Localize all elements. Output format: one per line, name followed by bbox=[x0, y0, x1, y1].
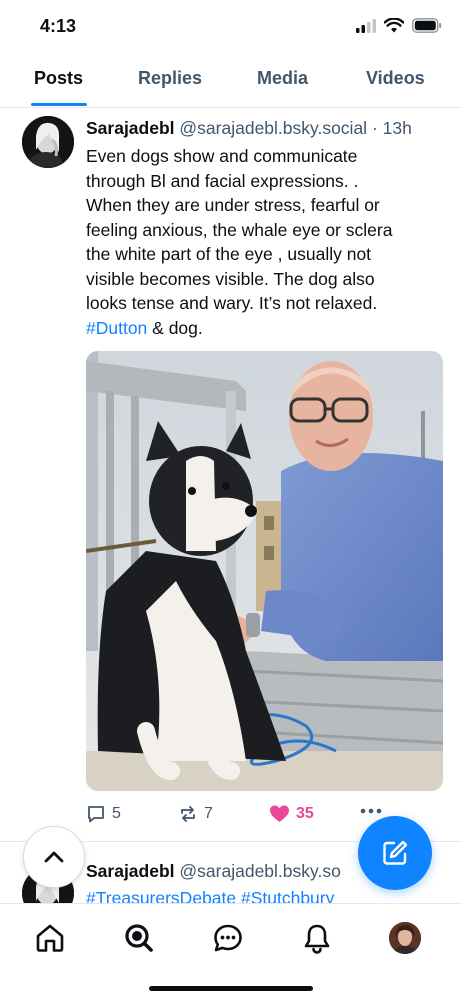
repost-arrows-icon bbox=[181, 806, 195, 822]
author-name[interactable]: Sarajadebl bbox=[86, 118, 175, 138]
scroll-to-top-button[interactable] bbox=[23, 826, 85, 888]
cellular-signal-icon bbox=[356, 18, 376, 33]
like-count: 35 bbox=[296, 805, 314, 822]
post-separator: · bbox=[371, 118, 378, 138]
home-icon bbox=[36, 924, 64, 952]
compose-button[interactable] bbox=[358, 816, 432, 890]
author-avatar[interactable] bbox=[22, 116, 74, 168]
speech-bubble-icon bbox=[88, 806, 104, 823]
post-text-line: looks tense and wary. It’s not relaxed. bbox=[86, 293, 378, 313]
nav-home[interactable] bbox=[32, 920, 68, 956]
nav-notifications[interactable] bbox=[299, 920, 335, 956]
chat-icon bbox=[214, 924, 242, 952]
like-button[interactable]: 35 bbox=[269, 804, 314, 824]
post-text-tail: & dog. bbox=[147, 317, 203, 338]
profile-tabs: Posts Replies Media Videos bbox=[0, 56, 462, 108]
hashtag-link[interactable]: #Dutton bbox=[86, 318, 147, 338]
status-time: 4:13 bbox=[40, 16, 77, 36]
compose-icon bbox=[383, 840, 408, 865]
post-text-line: visible becomes visible. The dog also bbox=[86, 268, 375, 289]
post-text: Even dogs show and communicate through B… bbox=[86, 144, 436, 340]
author-handle[interactable]: @sarajadebl.bsky.so bbox=[179, 861, 340, 881]
tab-videos[interactable]: Videos bbox=[366, 68, 425, 89]
tab-media[interactable]: Media bbox=[257, 68, 308, 89]
heart-icon bbox=[270, 805, 289, 822]
post-text-line: through Bl and facial expressions. . bbox=[86, 170, 359, 191]
post-text-line: the white part of the eye , usually not bbox=[86, 244, 372, 264]
post-text-line: feeling anxious, the whale eye or sclera bbox=[86, 219, 393, 240]
status-icons bbox=[356, 18, 442, 33]
author-handle[interactable]: @sarajadebl.bsky.social bbox=[179, 118, 367, 138]
reply-button[interactable]: 5 bbox=[86, 804, 121, 824]
ellipsis-icon bbox=[360, 808, 382, 814]
search-icon bbox=[125, 924, 153, 952]
nav-chat[interactable] bbox=[210, 920, 246, 956]
post-image[interactable] bbox=[86, 351, 443, 791]
post-timestamp[interactable]: 13h bbox=[383, 118, 412, 138]
more-options-button[interactable] bbox=[360, 808, 382, 814]
bottom-navigation bbox=[0, 903, 462, 1000]
repost-button[interactable]: 7 bbox=[178, 804, 213, 824]
post-text-line: #Dutton & dog. bbox=[86, 316, 436, 341]
repost-count: 7 bbox=[204, 805, 213, 822]
tab-posts[interactable]: Posts bbox=[34, 68, 83, 89]
post-item[interactable]: Sarajadebl @sarajadebl.bsky.social · 13h… bbox=[0, 108, 462, 842]
photo-of-man-with-dog bbox=[86, 351, 443, 791]
wifi-icon bbox=[384, 18, 404, 33]
reply-count: 5 bbox=[112, 805, 121, 822]
nav-profile-avatar[interactable] bbox=[389, 922, 421, 954]
post-text-line: When they are under stress, fearful or bbox=[86, 195, 380, 215]
author-name[interactable]: Sarajadebl bbox=[86, 861, 175, 881]
chevron-up-icon bbox=[44, 851, 64, 863]
post-text-line: Even dogs show and communicate bbox=[86, 146, 358, 166]
profile-avatar bbox=[389, 922, 421, 954]
nav-search[interactable] bbox=[121, 920, 157, 956]
hashtag-link[interactable]: #TreasurersDebate #Stutchbury bbox=[86, 888, 334, 903]
post-header: Sarajadebl @sarajadebl.bsky.social · 13h bbox=[86, 118, 456, 139]
status-bar: 4:13 bbox=[0, 0, 462, 54]
tab-replies[interactable]: Replies bbox=[138, 68, 202, 89]
bell-icon bbox=[304, 924, 330, 954]
active-tab-indicator bbox=[31, 103, 87, 106]
battery-icon bbox=[412, 18, 442, 33]
home-indicator bbox=[149, 986, 313, 991]
